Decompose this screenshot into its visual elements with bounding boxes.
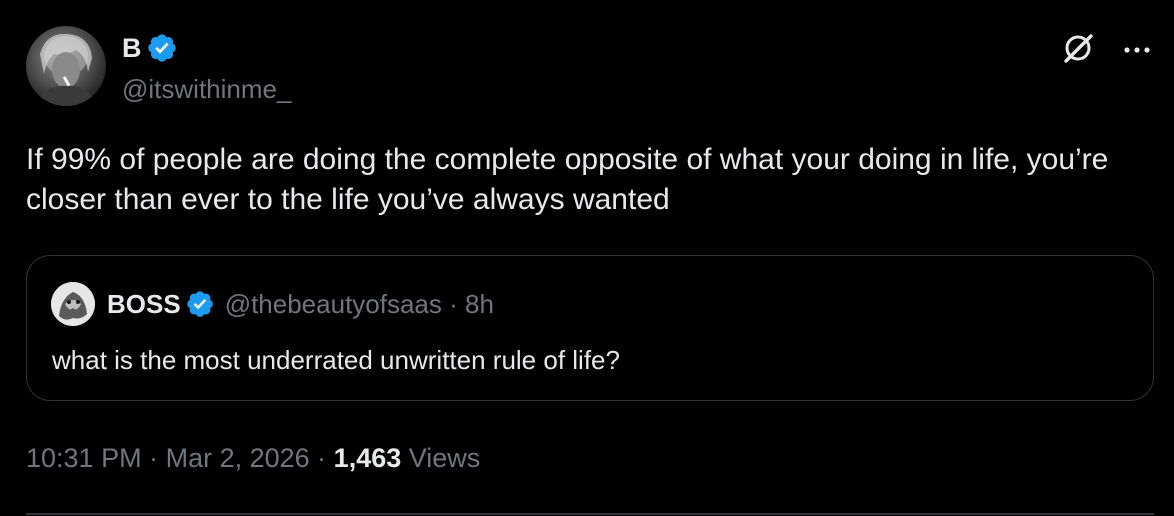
- verified-badge-icon[interactable]: [146, 32, 178, 64]
- author-avatar[interactable]: [26, 26, 106, 106]
- author-name-row: B: [122, 30, 291, 66]
- quoted-author-display-name[interactable]: BOSS: [107, 289, 181, 320]
- author-display-name[interactable]: B: [122, 30, 142, 66]
- author-handle[interactable]: @itswithinme_: [122, 72, 291, 106]
- quoted-author-handle[interactable]: @thebeautyofsaas: [225, 289, 442, 319]
- meta-separator: ·: [449, 288, 458, 319]
- meta-separator: ·: [309, 443, 334, 473]
- tweet-text: If 99% of people are doing the complete …: [26, 143, 1109, 216]
- quoted-tweet-text: what is the most underrated unwritten ru…: [52, 345, 620, 375]
- tweet-meta-line: 10:31 PM · Mar 2, 2026 · 1,463 Views: [26, 440, 480, 476]
- more-icon[interactable]: [1122, 42, 1152, 60]
- quoted-tweet-age[interactable]: 8h: [465, 289, 494, 319]
- meta-separator: ·: [141, 443, 166, 473]
- quoted-tweet-card[interactable]: BOSS @thebeautyofsaas · 8h what is the m…: [26, 255, 1154, 401]
- tweet-container: B @itswithinme_ If 99% of people are doi…: [0, 0, 1174, 516]
- author-info: B @itswithinme_: [122, 30, 291, 106]
- tweet-date[interactable]: Mar 2, 2026: [166, 443, 310, 473]
- quoted-author-avatar[interactable]: [51, 282, 95, 326]
- verified-badge-icon[interactable]: [185, 289, 215, 319]
- divider: [26, 513, 1154, 515]
- views-count[interactable]: 1,463: [334, 443, 402, 473]
- quoted-tweet-header: BOSS @thebeautyofsaas · 8h: [51, 282, 494, 326]
- views-label: Views: [401, 443, 481, 473]
- grok-icon[interactable]: [1060, 30, 1096, 71]
- quoted-tweet-meta: @thebeautyofsaas · 8h: [225, 289, 494, 320]
- tweet-top-actions: [1060, 30, 1152, 71]
- tweet-time[interactable]: 10:31 PM: [26, 443, 142, 473]
